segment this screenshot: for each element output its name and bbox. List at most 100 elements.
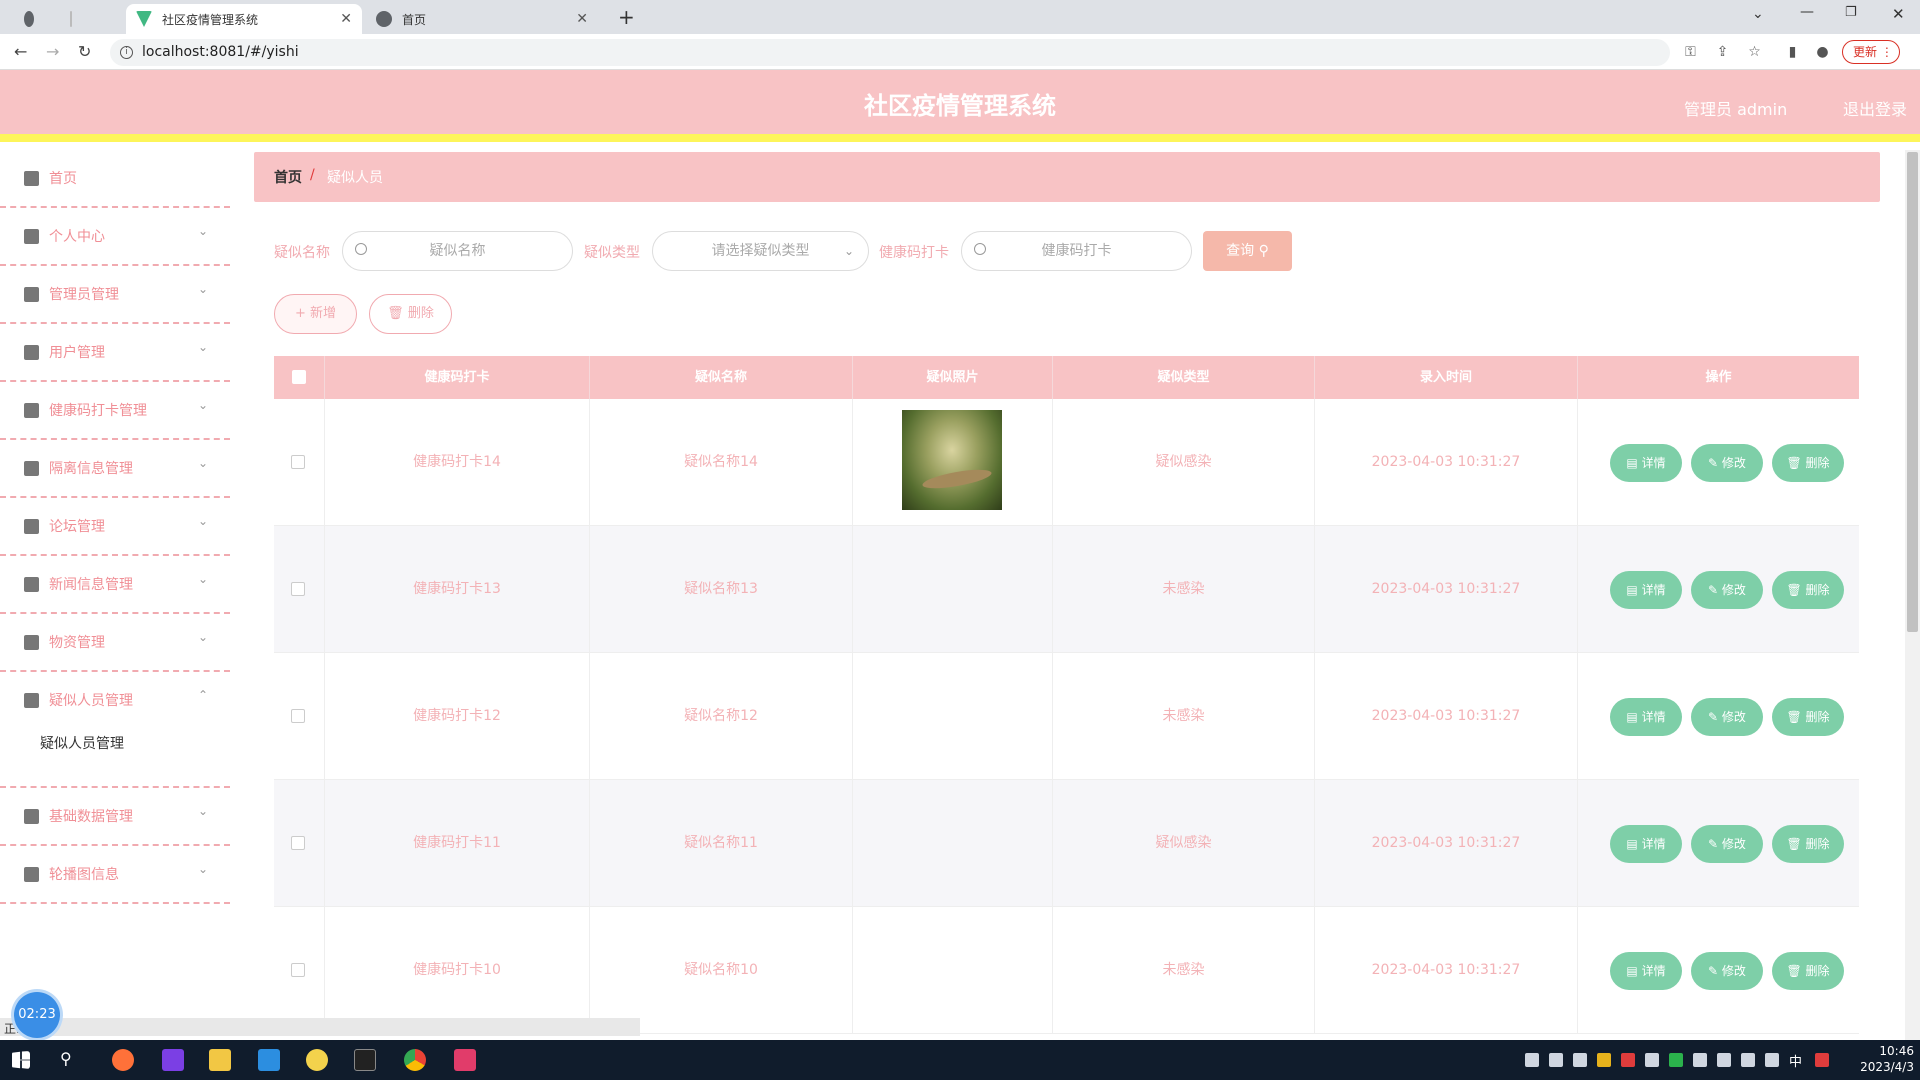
chrome-icon[interactable] [404,1049,426,1071]
delete-row-button[interactable]: 🗑 删除 [1772,825,1844,863]
type-select[interactable]: 请选择疑似类型 ⌄ [652,231,869,271]
close-icon[interactable]: ✕ [340,11,352,27]
recording-timer[interactable]: 02:23 [14,992,60,1038]
edit-button[interactable]: ✎ 修改 [1691,444,1763,482]
url-field[interactable]: i localhost:8081/#/yishi [110,39,1670,66]
scrollbar-thumb[interactable] [1907,152,1918,632]
qq-icon[interactable] [1693,1053,1707,1067]
vscode-icon[interactable] [258,1049,280,1071]
checkbox-cell [274,526,325,653]
sidebar-item-users[interactable]: 用户管理 ⌄ [0,324,230,382]
edit-button[interactable]: ✎ 修改 [1691,698,1763,736]
browser-tab-bar: 社区疫情管理系统 ✕ 首页 ✕ + ⌄ — ❐ ✕ [0,0,1920,34]
row-checkbox[interactable] [291,836,305,850]
sidebar-item-home[interactable]: 首页 [0,150,230,208]
delete-row-button[interactable]: 🗑 删除 [1772,698,1844,736]
app-icon[interactable] [162,1049,184,1071]
ime-indicator[interactable]: 中 [1789,1051,1802,1070]
new-tab-icon[interactable]: + [618,5,635,29]
tray-icon[interactable] [1573,1053,1587,1067]
detail-button[interactable]: ▤ 详情 [1610,571,1682,609]
tray-icon[interactable] [1815,1053,1829,1067]
delete-row-button[interactable]: 🗑 删除 [1772,952,1844,990]
delete-row-button[interactable]: 🗑 删除 [1772,444,1844,482]
logout-link[interactable]: 退出登录 [1843,96,1907,120]
app-title: 社区疫情管理系统 [864,92,1056,120]
sidebar-item-health-checkin[interactable]: 健康码打卡管理 ⌄ [0,382,230,440]
chevron-down-icon: ⌄ [198,630,209,644]
tray-icon[interactable] [1597,1053,1611,1067]
sidebar-item-news[interactable]: 新闻信息管理 ⌄ [0,556,230,614]
usb-icon[interactable] [1717,1053,1731,1067]
sidepanel-icon[interactable]: ▮ [1785,45,1800,60]
detail-button[interactable]: ▤ 详情 [1610,952,1682,990]
windows-start-icon[interactable] [12,1051,30,1069]
detail-button[interactable]: ▤ 详情 [1610,698,1682,736]
sidebar-item-base-data[interactable]: 基础数据管理 ⌄ [0,788,230,846]
input-placeholder: 健康码打卡 [1041,243,1112,259]
row-checkbox[interactable] [291,582,305,596]
chevron-down-icon: ⌄ [843,244,854,258]
share-icon[interactable]: ⇪ [1715,45,1730,60]
sidebar-item-profile[interactable]: 个人中心 ⌄ [0,208,230,266]
horizontal-scrollbar[interactable] [0,1018,640,1036]
wifi-icon[interactable] [1741,1053,1755,1067]
sidebar-item-suspects[interactable]: 疑似人员管理 ⌃ [0,672,230,788]
system-clock[interactable]: 10:46 2023/4/3 [1858,1043,1914,1075]
row-checkbox[interactable] [291,963,305,977]
sidebar-item-supplies[interactable]: 物资管理 ⌄ [0,614,230,672]
back-icon[interactable]: ← [14,42,27,61]
sidebar-item-quarantine[interactable]: 隔离信息管理 ⌄ [0,440,230,498]
tray-icon[interactable] [1549,1053,1563,1067]
select-all-checkbox[interactable] [292,370,306,384]
forward-icon[interactable]: → [46,42,59,61]
name-search-input[interactable]: 疑似名称 [342,231,573,271]
suspect-photo[interactable] [902,410,1002,510]
close-icon[interactable]: ✕ [576,11,588,27]
row-checkbox[interactable] [291,709,305,723]
row-checkbox[interactable] [291,455,305,469]
search-icon[interactable]: ⚲ [60,1049,82,1071]
minimize-icon[interactable]: — [1800,4,1814,20]
intellij-icon[interactable] [454,1049,476,1071]
window-close-icon[interactable]: ✕ [1892,5,1905,23]
tray-icon[interactable] [1621,1053,1635,1067]
firefox-icon[interactable] [112,1049,134,1071]
add-button[interactable]: + 新增 [274,294,357,334]
tray-icon[interactable] [1525,1053,1539,1067]
sidebar-item-forum[interactable]: 论坛管理 ⌄ [0,498,230,556]
delete-button[interactable]: 🗑 删除 [369,294,452,334]
wechat-icon[interactable] [1669,1053,1683,1067]
health-search-input[interactable]: 健康码打卡 [961,231,1192,271]
edit-button[interactable]: ✎ 修改 [1691,825,1763,863]
edit-button[interactable]: ✎ 修改 [1691,952,1763,990]
info-icon[interactable]: i [120,46,133,59]
sidebar-subitem-suspects[interactable]: 疑似人员管理 [40,733,124,753]
sidebar-item-admins[interactable]: 管理员管理 ⌄ [0,266,230,324]
reload-icon[interactable]: ↻ [78,42,91,61]
tray-icon[interactable] [1645,1053,1659,1067]
update-button[interactable]: 更新 ⋮ [1842,40,1900,64]
detail-button[interactable]: ▤ 详情 [1610,444,1682,482]
star-icon[interactable]: ☆ [1747,45,1762,60]
pinned-tab[interactable] [14,4,54,34]
terminal-icon[interactable] [354,1049,376,1071]
breadcrumb-home[interactable]: 首页 [274,167,302,187]
detail-button[interactable]: ▤ 详情 [1610,825,1682,863]
sidebar-item-carousel[interactable]: 轮播图信息 ⌄ [0,846,230,904]
browser-tab[interactable]: 首页 ✕ [366,4,598,34]
edit-button[interactable]: ✎ 修改 [1691,571,1763,609]
browser-tab-active[interactable]: 社区疫情管理系统 ✕ [126,4,362,34]
folder-icon[interactable] [209,1049,231,1071]
sidebar-item-label: 物资管理 [49,635,105,651]
key-icon[interactable]: ⚿ [1683,45,1698,60]
tab-search-icon[interactable]: ⌄ [1752,6,1764,22]
delete-row-button[interactable]: 🗑 删除 [1772,571,1844,609]
volume-icon[interactable] [1765,1053,1779,1067]
pinned-tab[interactable] [60,4,90,34]
query-button[interactable]: 查询 ⚲ [1203,231,1292,271]
app-icon[interactable] [306,1049,328,1071]
pinned-tab[interactable] [96,4,126,34]
profile-icon[interactable]: ● [1815,45,1830,60]
restore-icon[interactable]: ❐ [1845,5,1857,20]
